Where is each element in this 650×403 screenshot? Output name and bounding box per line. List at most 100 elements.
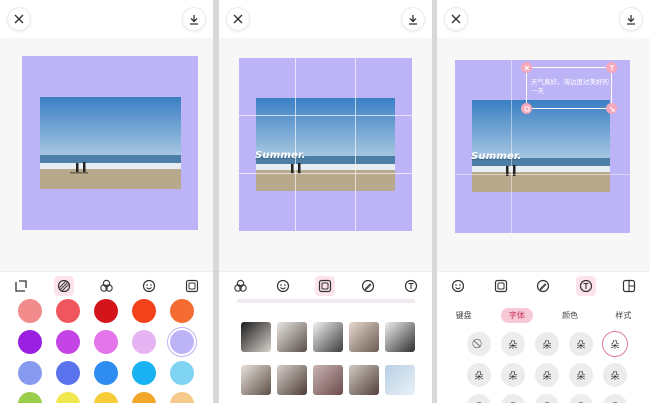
tab-style[interactable]: 样式 [607, 308, 639, 323]
toolbar [219, 271, 432, 299]
color-swatch[interactable] [170, 361, 194, 385]
text-tabs: 键盘 字体 颜色 样式 [437, 305, 650, 325]
summer-text[interactable]: Summer. [471, 151, 522, 162]
beach-photo [256, 98, 395, 191]
layout-icon [622, 279, 635, 292]
edit-tool[interactable] [533, 276, 553, 296]
tab-color[interactable]: 颜色 [554, 308, 586, 323]
download-button[interactable] [620, 8, 642, 30]
font-option[interactable]: 朵 [467, 394, 491, 403]
color-swatch[interactable] [132, 299, 156, 323]
filter-icon [234, 279, 247, 292]
sticker-icon [142, 279, 156, 292]
frame-thumbnail[interactable] [349, 365, 379, 395]
frame-thumbnail[interactable] [313, 365, 343, 395]
font-option[interactable]: 朵 [501, 332, 525, 356]
font-option[interactable]: 朵 [603, 394, 627, 403]
color-swatch[interactable] [18, 392, 42, 403]
color-swatch[interactable] [170, 392, 194, 403]
font-option[interactable]: 朵 [535, 363, 559, 387]
sticker-tool[interactable] [448, 276, 468, 296]
frame-tool[interactable] [182, 276, 202, 296]
color-swatch[interactable] [94, 299, 118, 323]
color-swatch[interactable] [132, 330, 156, 354]
canvas-area: Summer. [219, 38, 432, 271]
close-button[interactable] [8, 8, 30, 30]
font-option[interactable]: 朵 [535, 394, 559, 403]
color-swatch[interactable] [170, 299, 194, 323]
download-button[interactable] [183, 8, 205, 30]
close-button[interactable] [445, 8, 467, 30]
background-color-icon [57, 279, 70, 292]
text-box[interactable]: 天气真好，海边度过美好的一天 [521, 62, 617, 114]
color-swatch[interactable] [56, 361, 80, 385]
filter-tool[interactable] [230, 276, 250, 296]
font-option[interactable]: 朵 [569, 363, 593, 387]
color-swatch[interactable] [170, 330, 194, 354]
grid-line [295, 58, 296, 231]
crop-tool[interactable] [11, 276, 31, 296]
color-swatch[interactable] [56, 392, 80, 403]
download-button[interactable] [402, 8, 424, 30]
edit-text-handle[interactable] [606, 62, 617, 73]
frame-icon [319, 279, 332, 292]
frame-thumbnail[interactable] [277, 365, 307, 395]
close-icon [233, 14, 243, 24]
delete-handle[interactable] [521, 62, 532, 73]
color-swatch[interactable] [56, 330, 80, 354]
color-swatch[interactable] [94, 330, 118, 354]
color-swatch[interactable] [132, 361, 156, 385]
frame-panel-screen: Summer. [219, 0, 432, 403]
close-button[interactable] [227, 8, 249, 30]
frame-thumbnail[interactable] [313, 322, 343, 352]
summer-text[interactable]: Summer. [255, 150, 306, 161]
font-option[interactable]: 朵 [569, 394, 593, 403]
download-icon [190, 14, 198, 25]
background-color-tool[interactable] [53, 275, 74, 296]
panel-scroll-edge [237, 299, 415, 303]
tab-font[interactable]: 字体 [500, 307, 533, 323]
font-option[interactable]: 朵 [501, 394, 525, 403]
frame-tool[interactable] [315, 275, 336, 296]
frame-thumbnail[interactable] [277, 322, 307, 352]
sticker-icon [452, 279, 465, 292]
color-swatch[interactable] [94, 361, 118, 385]
copy-handle[interactable] [521, 103, 532, 114]
font-option[interactable]: 朵 [569, 332, 593, 356]
no-font-button[interactable]: ⃠ [467, 332, 491, 356]
crop-icon [15, 279, 27, 292]
color-swatch[interactable] [18, 330, 42, 354]
edit-tool[interactable] [358, 276, 378, 296]
frame-thumbnail[interactable] [385, 365, 415, 395]
font-option[interactable]: 朵 [501, 363, 525, 387]
font-option[interactable]: 朵 [467, 363, 491, 387]
frame-icon [185, 279, 198, 292]
filter-tool[interactable] [96, 276, 116, 296]
color-swatch[interactable] [94, 392, 118, 403]
frame-tool[interactable] [491, 276, 511, 296]
sticker-tool[interactable] [139, 276, 159, 296]
rotate-scale-handle[interactable] [606, 103, 617, 114]
color-swatch[interactable] [132, 392, 156, 403]
frame-thumbnail[interactable] [349, 322, 379, 352]
layout-tool[interactable] [619, 276, 639, 296]
sticker-icon [276, 279, 289, 292]
frame-thumbnail[interactable] [241, 322, 271, 352]
color-swatch-panel [0, 299, 213, 403]
color-swatch[interactable] [18, 299, 42, 323]
download-icon [627, 14, 635, 25]
color-panel-screen [0, 0, 213, 403]
font-option[interactable]: 朵 [603, 363, 627, 387]
tab-keyboard[interactable]: 键盘 [448, 308, 480, 323]
sticker-tool[interactable] [273, 276, 293, 296]
frame-thumbnail[interactable] [241, 365, 271, 395]
color-swatch[interactable] [56, 299, 80, 323]
color-swatch[interactable] [18, 361, 42, 385]
text-icon [404, 279, 417, 292]
text-tool[interactable] [576, 275, 597, 296]
frame-thumbnail[interactable] [385, 322, 415, 352]
text-tool[interactable] [401, 276, 421, 296]
font-option[interactable]: 朵 [603, 332, 627, 356]
font-option[interactable]: 朵 [535, 332, 559, 356]
beach-photo [472, 100, 610, 192]
